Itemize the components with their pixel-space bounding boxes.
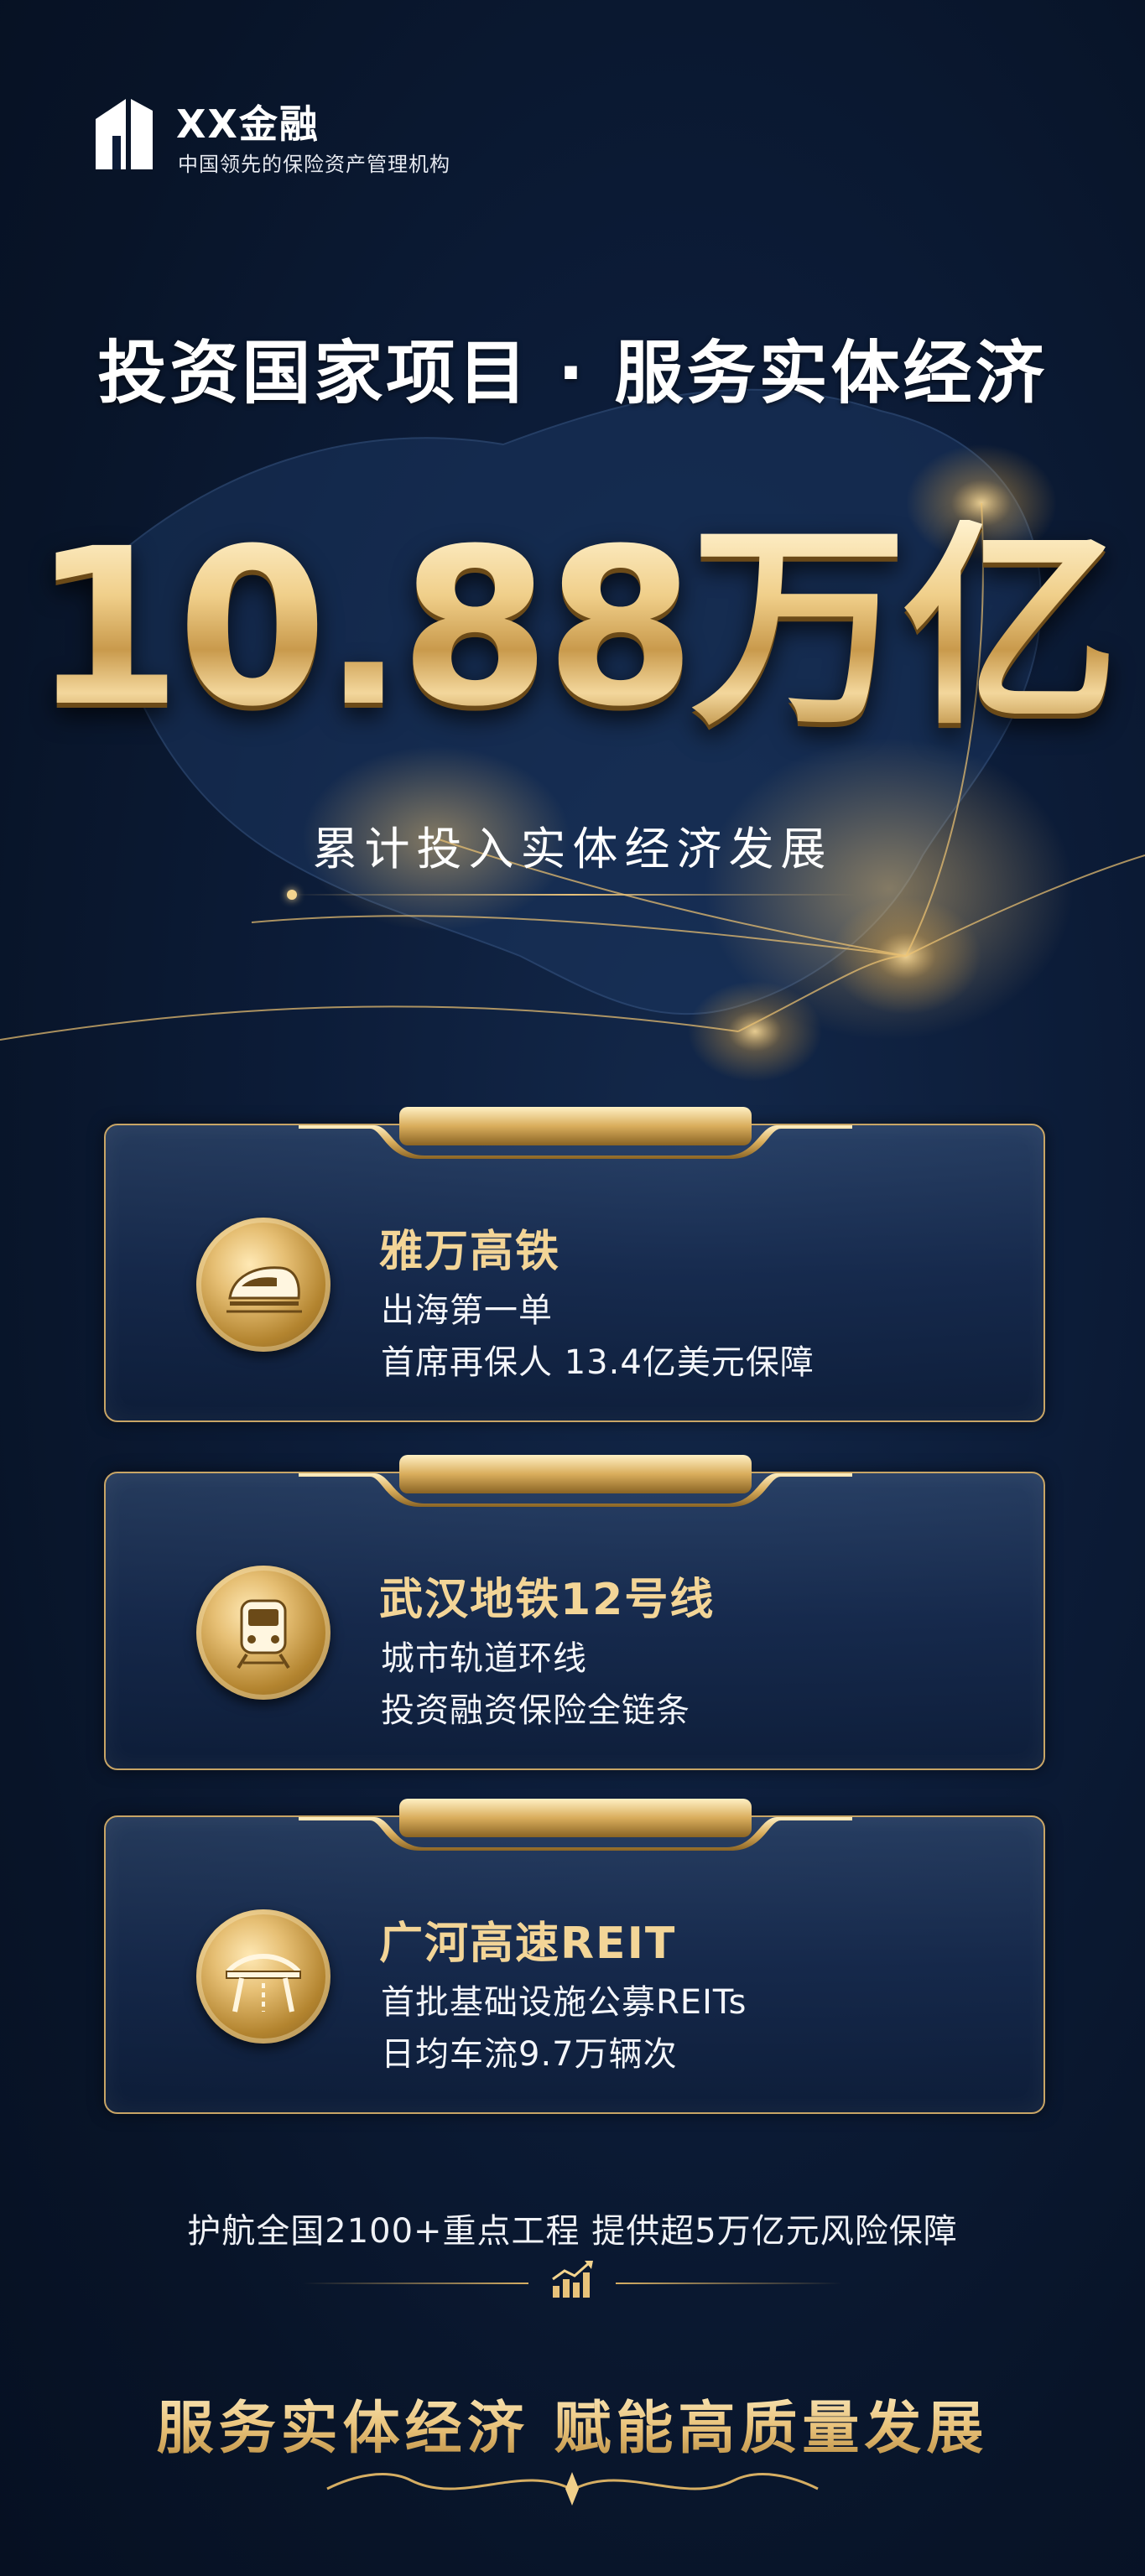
page-title: 投资国家项目 · 服务实体经济 — [97, 334, 1048, 413]
divider-dot — [287, 890, 297, 900]
brand-tagline: 中国领先的保险资产管理机构 — [178, 153, 450, 176]
card-detail-line: 首席再保人 13.4亿美元保障 — [381, 1343, 815, 1382]
project-card-guanghe-reit: 广河高速REIT 首批基础设施公募REITs 日均车流9.7万辆次 — [104, 1799, 1045, 2114]
footer-divider-left — [302, 2283, 528, 2284]
headline-subtitle: 累计投入实体经济发展 — [312, 823, 833, 875]
card-title: 雅万高铁 — [379, 1227, 561, 1277]
slogan: 服务实体经济 赋能高质量发展 — [0, 2381, 1145, 2464]
headline-figure: 10.88万亿 — [0, 520, 1145, 736]
card-gold-tab — [299, 1799, 852, 1851]
project-card-yawan-railway: 雅万高铁 出海第一单 首席再保人 13.4亿美元保障 — [104, 1107, 1045, 1422]
brand-name: XX金融 — [176, 101, 320, 147]
card-gold-tab — [299, 1107, 852, 1159]
card-title: 广河高速REIT — [379, 1919, 677, 1969]
card-title: 武汉地铁12号线 — [379, 1575, 716, 1625]
summary-statistic: 护航全国2100+重点工程 提供超5万亿元风险保障 — [187, 2212, 958, 2251]
growth-chart-icon — [552, 2261, 593, 2298]
high-speed-train-icon — [196, 1218, 330, 1352]
card-gold-tab — [299, 1455, 852, 1507]
ornamental-flourish — [326, 2472, 819, 2506]
footer-divider-right — [616, 2283, 842, 2284]
card-detail-line: 出海第一单 — [381, 1291, 553, 1330]
subtitle-divider — [289, 894, 856, 896]
card-detail-line: 首批基础设施公募REITs — [381, 1983, 747, 2022]
company-logo-icon — [96, 99, 153, 169]
highway-bridge-icon — [196, 1909, 330, 2044]
project-card-wuhan-metro: 武汉地铁12号线 城市轨道环线 投资融资保险全链条 — [104, 1455, 1045, 1770]
card-detail-line: 投资融资保险全链条 — [381, 1691, 690, 1730]
metro-train-icon — [196, 1566, 330, 1700]
card-detail-line: 城市轨道环线 — [381, 1639, 587, 1678]
card-detail-line: 日均车流9.7万辆次 — [381, 2035, 678, 2074]
